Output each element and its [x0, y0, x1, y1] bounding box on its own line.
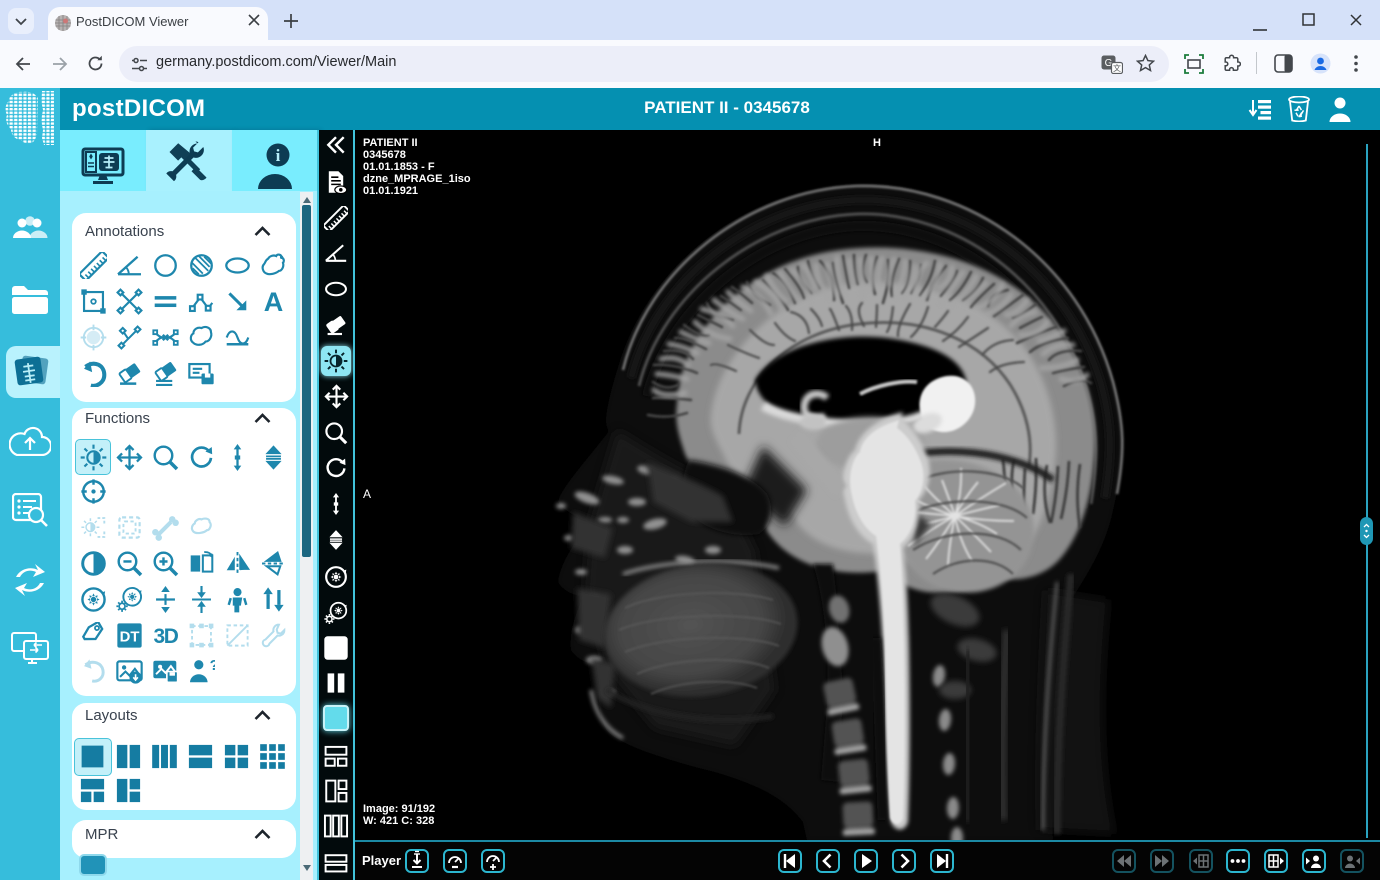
svg-text:文: 文 — [1113, 63, 1121, 73]
svg-text:i: i — [276, 146, 281, 165]
